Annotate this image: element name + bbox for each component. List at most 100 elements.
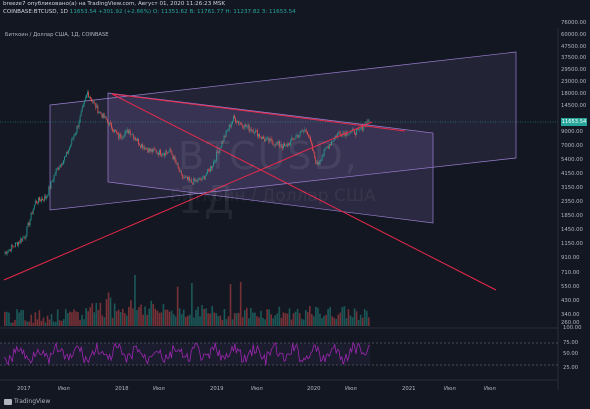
volume-bar bbox=[331, 316, 333, 326]
candle-body bbox=[16, 242, 17, 244]
candle-body bbox=[10, 245, 12, 252]
brand-name: TradingView bbox=[14, 398, 51, 405]
volume-bar bbox=[158, 312, 161, 326]
candle-body bbox=[102, 113, 104, 118]
volume-bar bbox=[187, 315, 189, 326]
volume-bar bbox=[32, 322, 35, 326]
time-axis-tick: Июл bbox=[251, 386, 263, 392]
volume-bar bbox=[60, 320, 63, 326]
candle-body bbox=[123, 136, 125, 138]
candle-body bbox=[97, 105, 99, 114]
candle-body bbox=[125, 130, 127, 133]
volume-bar bbox=[115, 311, 118, 326]
candle-body bbox=[49, 186, 51, 189]
candle-body bbox=[56, 167, 58, 169]
price-axis-tick: 76000.00 bbox=[561, 20, 587, 26]
candle-body bbox=[122, 136, 124, 138]
candle-body bbox=[101, 114, 103, 118]
volume-bar bbox=[97, 310, 100, 326]
volume-bar bbox=[351, 317, 354, 326]
candle-body bbox=[240, 123, 242, 124]
candle-body bbox=[242, 124, 244, 128]
candle-body bbox=[14, 246, 15, 248]
time-axis-tick: 2018 bbox=[115, 386, 129, 392]
watermark-name: Биткоин / Доллар США bbox=[170, 186, 376, 206]
candle-body bbox=[74, 134, 76, 137]
volume-bar bbox=[256, 316, 258, 326]
candle-body bbox=[231, 120, 233, 124]
candle-body bbox=[148, 148, 150, 153]
candle-body bbox=[124, 132, 126, 137]
candle-body bbox=[227, 129, 229, 131]
time-axis-tick: 2021 bbox=[402, 386, 416, 392]
time-axis-tick: 2019 bbox=[210, 386, 224, 392]
volume-bar bbox=[4, 312, 6, 326]
tradingview-logo[interactable]: TradingView bbox=[4, 398, 50, 405]
volume-bar bbox=[365, 310, 368, 326]
volume-bar bbox=[306, 312, 309, 326]
price-axis-tick: 910.00 bbox=[561, 255, 580, 262]
volume-bar bbox=[79, 319, 81, 326]
volume-bar bbox=[162, 304, 165, 326]
volume-bar bbox=[182, 309, 185, 326]
volume-bar bbox=[168, 311, 171, 326]
volume-bar bbox=[229, 284, 232, 326]
candle-body bbox=[64, 156, 65, 161]
volume-bar bbox=[105, 299, 108, 326]
candle-body bbox=[157, 152, 159, 155]
candle-body bbox=[152, 148, 154, 153]
volume-bar bbox=[130, 300, 132, 326]
volume-bar bbox=[172, 314, 175, 326]
price-axis-tick: 23000.00 bbox=[561, 79, 587, 85]
candle-body bbox=[52, 180, 54, 182]
candle-body bbox=[76, 126, 78, 133]
volume-bar bbox=[248, 318, 250, 326]
volume-bars bbox=[4, 274, 370, 326]
volume-bar bbox=[111, 317, 114, 326]
candle-body bbox=[34, 200, 36, 205]
candle-body bbox=[241, 123, 243, 125]
candle-body bbox=[39, 197, 40, 201]
volume-bar bbox=[10, 322, 12, 326]
volume-bar bbox=[144, 306, 146, 326]
volume-bar bbox=[24, 320, 26, 326]
time-axis-tick: 2020 bbox=[307, 386, 321, 392]
candle-body bbox=[243, 127, 245, 129]
candle-body bbox=[38, 197, 39, 203]
candle-body bbox=[137, 138, 138, 141]
candle-body bbox=[45, 196, 47, 199]
volume-bar bbox=[280, 317, 283, 326]
volume-bar bbox=[58, 320, 61, 326]
volume-bar bbox=[89, 307, 92, 326]
symbol-name: COINBASE:BTCUSD, 1D bbox=[3, 9, 68, 15]
candle-body bbox=[359, 128, 360, 130]
volume-bar bbox=[209, 313, 211, 326]
candle-body bbox=[120, 133, 122, 138]
volume-bar bbox=[67, 313, 69, 326]
candle-body bbox=[170, 149, 172, 152]
volume-bar bbox=[91, 303, 94, 326]
volume-bar bbox=[146, 314, 148, 326]
candle-body bbox=[141, 143, 143, 148]
volume-bar bbox=[311, 314, 313, 326]
volume-bar bbox=[205, 308, 207, 326]
volume-bar bbox=[233, 313, 236, 326]
candle-body bbox=[68, 150, 70, 154]
candle-body bbox=[32, 209, 34, 215]
volume-bar bbox=[302, 319, 305, 326]
candle-body bbox=[169, 149, 171, 152]
candle-body bbox=[154, 150, 156, 151]
volume-bar bbox=[239, 281, 242, 326]
candle-body bbox=[18, 241, 19, 246]
volume-bar bbox=[268, 309, 270, 326]
candle-body bbox=[144, 146, 146, 150]
volume-bar bbox=[189, 314, 191, 326]
candle-body bbox=[22, 237, 24, 242]
volume-bar bbox=[245, 307, 248, 326]
candle-body bbox=[103, 113, 105, 118]
symbol-ohlc-line: COINBASE:BTCUSD, 1D 11653.54 +301.92 (+2… bbox=[3, 9, 296, 15]
candle-body bbox=[306, 130, 307, 132]
price-axis-tick: 7000.00 bbox=[561, 142, 583, 149]
volume-bar bbox=[315, 306, 317, 326]
candle-body bbox=[109, 122, 111, 124]
